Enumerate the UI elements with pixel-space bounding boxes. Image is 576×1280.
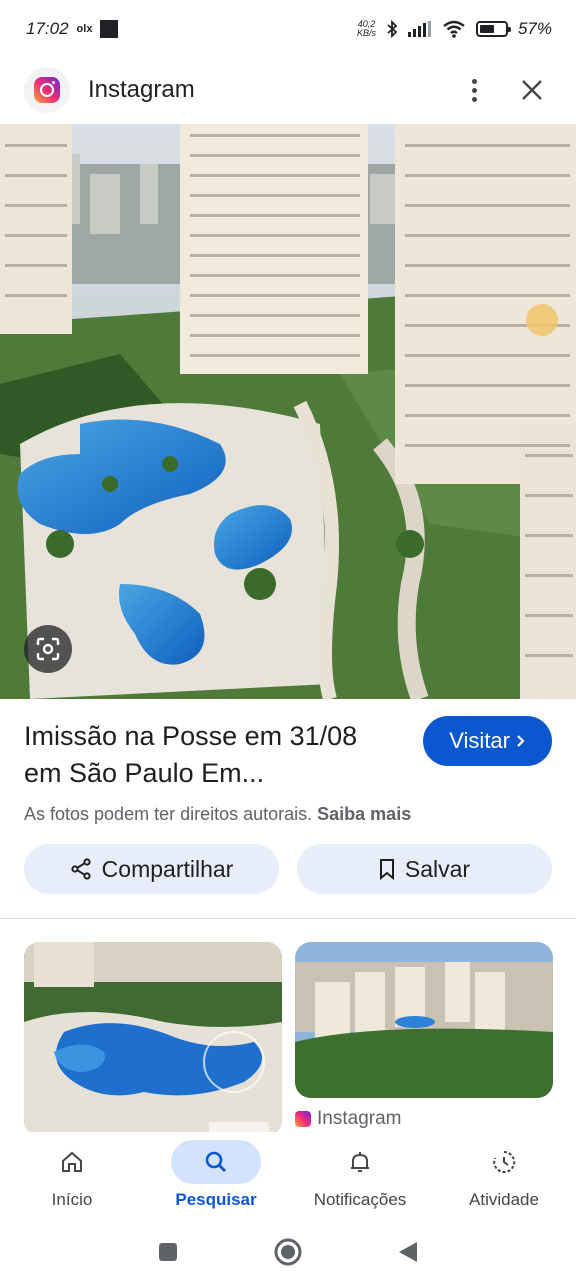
status-left: 17:02 olx	[26, 19, 119, 39]
nav-home-label: Início	[51, 1190, 93, 1209]
bottom-navigation: Início Pesquisar Notificações Atividade	[0, 1132, 576, 1224]
source-title: Instagram	[88, 76, 195, 103]
related-image-1[interactable]	[24, 942, 282, 1136]
olx-notification-icon: olx	[76, 23, 93, 35]
back-icon[interactable]	[397, 1240, 419, 1264]
notification-square-icon	[100, 20, 119, 38]
save-button[interactable]: Salvar	[297, 844, 552, 894]
save-label: Salvar	[404, 855, 471, 882]
signal-icon	[407, 21, 431, 37]
bookmark-icon	[379, 859, 394, 880]
wifi-icon	[443, 20, 465, 38]
condo-aerial-photo	[0, 124, 576, 699]
system-navigation	[0, 1224, 576, 1280]
copyright-notice: As fotos podem ter direitos autorais. Sa…	[24, 804, 412, 824]
nav-search[interactable]: Pesquisar	[144, 1132, 288, 1224]
search-icon	[205, 1151, 226, 1172]
visit-button[interactable]: Visitar	[423, 716, 552, 766]
bluetooth-icon	[387, 20, 398, 38]
bell-icon	[351, 1152, 369, 1172]
related-city-photo	[295, 942, 553, 1098]
lens-icon	[36, 637, 60, 661]
result-info: Imissão na Posse em 31/08 em São Paulo E…	[24, 716, 552, 825]
status-bar: 17:02 olx 40,2 KB/s 57%	[0, 0, 576, 58]
nav-activity[interactable]: Atividade	[432, 1132, 576, 1224]
main-image[interactable]	[0, 124, 576, 699]
share-icon	[71, 858, 91, 880]
nav-search-label: Pesquisar	[175, 1190, 257, 1209]
status-right: 40,2 KB/s 57%	[357, 19, 552, 39]
nav-home[interactable]: Início	[0, 1132, 144, 1224]
learn-more-link[interactable]: Saiba mais	[317, 804, 411, 824]
recents-icon[interactable]	[157, 1241, 179, 1263]
lens-search-button[interactable]	[24, 625, 72, 673]
nav-notifications[interactable]: Notificações	[288, 1132, 432, 1224]
network-speed: 40,2 KB/s	[356, 19, 376, 38]
instagram-logo-icon	[24, 67, 70, 113]
battery-icon	[475, 21, 511, 37]
title-row: Imissão na Posse em 31/08 em São Paulo E…	[24, 716, 552, 792]
related-image-2[interactable]	[295, 942, 553, 1098]
related-2-source: Instagram	[295, 1108, 401, 1130]
instagram-small-icon	[295, 1111, 311, 1127]
history-icon	[493, 1150, 516, 1173]
clock: 17:02	[26, 19, 69, 38]
action-buttons: Compartilhar Salvar	[24, 844, 552, 894]
more-options-button[interactable]	[452, 68, 496, 112]
more-vert-icon	[471, 78, 477, 102]
close-button[interactable]	[510, 68, 554, 112]
related-pool-photo	[24, 942, 282, 1136]
divider	[0, 918, 576, 919]
visit-label: Visitar	[449, 728, 510, 753]
battery-percent: 57%	[517, 19, 552, 38]
nav-notifications-label: Notificações	[313, 1190, 407, 1209]
home-button-icon[interactable]	[273, 1237, 303, 1267]
header: Instagram	[0, 58, 576, 122]
battery-fill	[479, 25, 494, 33]
home-icon	[62, 1151, 82, 1172]
result-title[interactable]: Imissão na Posse em 31/08 em São Paulo E…	[24, 718, 394, 792]
share-button[interactable]: Compartilhar	[24, 844, 279, 894]
chevron-right-icon	[517, 735, 525, 747]
share-label: Compartilhar	[101, 855, 234, 882]
close-icon	[522, 80, 542, 100]
related-2-source-label: Instagram	[317, 1108, 402, 1129]
nav-activity-label: Atividade	[469, 1190, 539, 1209]
